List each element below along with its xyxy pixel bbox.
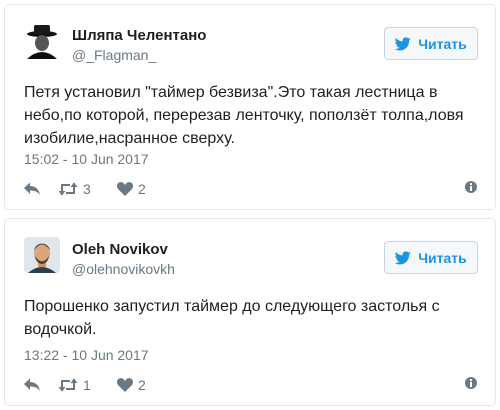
author-name[interactable]: Oleh Novikov bbox=[72, 241, 168, 258]
tweet-actions: 1 2 bbox=[24, 375, 478, 395]
like-button[interactable]: 2 bbox=[117, 377, 157, 393]
follow-label: Читать bbox=[418, 35, 467, 52]
reply-button[interactable] bbox=[24, 182, 58, 196]
follow-button[interactable]: Читать bbox=[384, 27, 478, 60]
retweet-icon bbox=[58, 378, 78, 392]
retweet-button[interactable]: 3 bbox=[58, 181, 117, 197]
info-icon bbox=[464, 180, 478, 194]
avatar[interactable] bbox=[24, 23, 60, 59]
tweet-card: Oleh Novikov @olehnovikovkh Читать Порош… bbox=[4, 218, 496, 406]
info-icon bbox=[464, 376, 478, 390]
retweet-icon bbox=[58, 182, 78, 196]
reply-icon bbox=[24, 182, 40, 196]
follow-label: Читать bbox=[418, 249, 467, 266]
tweet-text: Порошенко запустил таймер до следующего … bbox=[24, 298, 440, 338]
like-count: 2 bbox=[138, 181, 146, 197]
reply-button[interactable] bbox=[24, 378, 58, 392]
like-button[interactable]: 2 bbox=[117, 181, 157, 197]
follow-button[interactable]: Читать bbox=[384, 241, 478, 274]
author-handle[interactable]: @_Flagman_ bbox=[72, 47, 156, 63]
avatar[interactable] bbox=[24, 237, 60, 273]
info-button[interactable] bbox=[464, 180, 478, 194]
tweet-timestamp[interactable]: 13:22 - 10 Jun 2017 bbox=[24, 347, 149, 363]
heart-icon bbox=[117, 378, 133, 392]
twitter-bird-icon bbox=[395, 36, 411, 51]
tweet-card: Шляпа Челентано @_Flagman_ Читать Петя у… bbox=[4, 4, 496, 210]
tweet-feed: Шляпа Челентано @_Flagman_ Читать Петя у… bbox=[0, 0, 500, 410]
reply-icon bbox=[24, 378, 40, 392]
tweet-timestamp[interactable]: 15:02 - 10 Jun 2017 bbox=[24, 151, 149, 167]
retweet-button[interactable]: 1 bbox=[58, 377, 117, 393]
tweet-actions: 3 2 bbox=[24, 179, 478, 199]
info-button[interactable] bbox=[464, 376, 478, 390]
author-name[interactable]: Шляпа Челентано bbox=[72, 27, 206, 44]
heart-icon bbox=[117, 182, 133, 196]
like-count: 2 bbox=[138, 377, 146, 393]
retweet-count: 3 bbox=[83, 181, 91, 197]
twitter-bird-icon bbox=[395, 250, 411, 265]
retweet-count: 1 bbox=[83, 377, 91, 393]
tweet-text: Петя установил "таймер безвиза".Это така… bbox=[24, 84, 464, 147]
author-handle[interactable]: @olehnovikovkh bbox=[72, 261, 175, 277]
